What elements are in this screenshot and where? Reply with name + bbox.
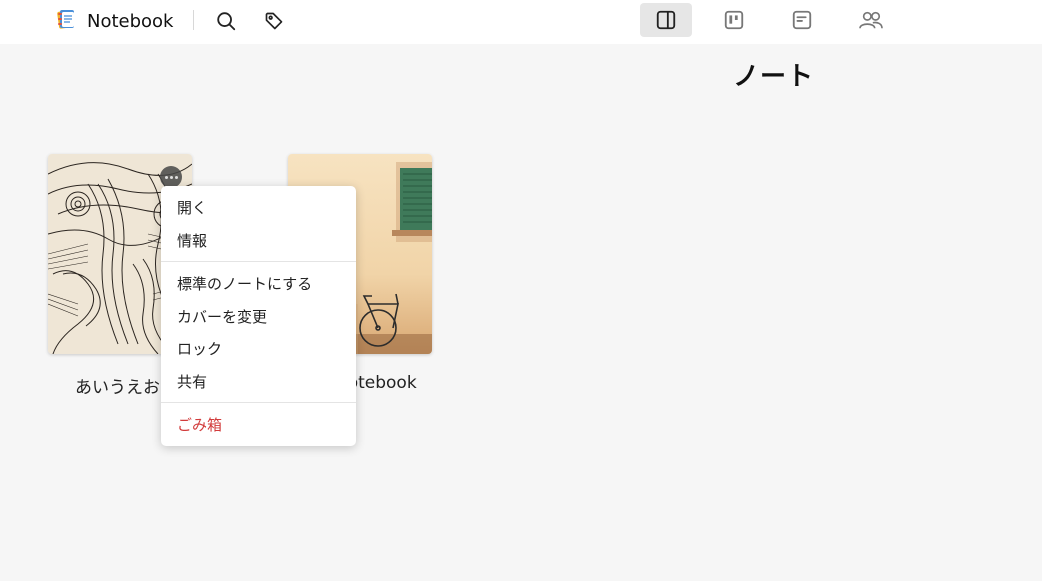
app-name: Notebook [87, 10, 174, 32]
tag-button[interactable] [260, 7, 288, 35]
note-view-icon [792, 10, 812, 30]
sidebar-view-icon [656, 10, 676, 30]
more-dot [174, 175, 178, 179]
page-title: ノート [733, 62, 815, 92]
context-menu: 開く 情報 標準のノートにする カバーを変更 ロック 共有 ごみ箱 [161, 186, 356, 446]
board-view-button[interactable] [708, 3, 760, 37]
notebook-caption: あいうえお [75, 378, 160, 398]
more-dot [164, 175, 168, 179]
menu-item-share[interactable]: 共有 [177, 371, 207, 392]
users-icon [859, 11, 883, 29]
header-divider [193, 10, 194, 30]
search-button[interactable] [212, 7, 240, 35]
sidebar-view-button[interactable] [640, 3, 692, 37]
card-more-button[interactable] [160, 166, 182, 188]
notebook-logo-icon [55, 7, 79, 35]
search-icon [217, 12, 236, 31]
users-button[interactable] [845, 3, 897, 37]
more-dot [169, 175, 173, 179]
app-brand[interactable]: Notebook [55, 8, 173, 34]
menu-divider [161, 402, 356, 403]
menu-item-open[interactable]: 開く [177, 197, 207, 218]
note-view-button[interactable] [776, 3, 828, 37]
menu-item-info[interactable]: 情報 [177, 230, 207, 251]
tag-icon [265, 12, 283, 30]
menu-item-set-default[interactable]: 標準のノートにする [177, 273, 312, 294]
top-bar: Notebook [0, 0, 1042, 44]
board-view-icon [724, 10, 744, 30]
menu-item-lock[interactable]: ロック [177, 338, 222, 359]
menu-item-trash[interactable]: ごみ箱 [177, 414, 222, 435]
menu-divider [161, 261, 356, 262]
menu-item-change-cover[interactable]: カバーを変更 [177, 306, 267, 327]
